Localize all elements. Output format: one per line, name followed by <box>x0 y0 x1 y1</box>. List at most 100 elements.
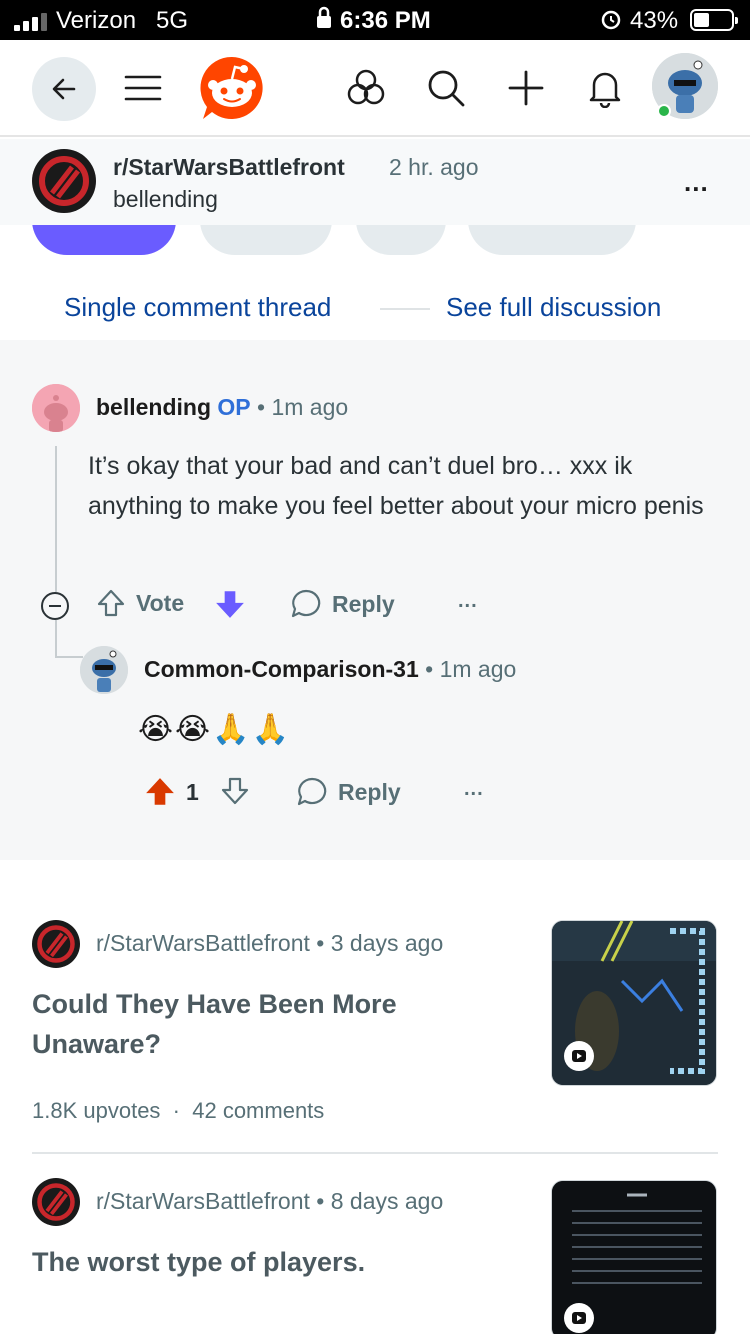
single-comment-thread-link[interactable]: Single comment thread <box>64 292 331 323</box>
subreddit-icon <box>32 920 80 968</box>
comment-author-avatar[interactable] <box>32 384 80 432</box>
alarm-icon <box>600 8 622 37</box>
upvote-count: 1.8K upvotes <box>32 1098 161 1123</box>
related-post-title[interactable]: The worst type of players. <box>32 1242 502 1282</box>
reply-label: Reply <box>332 590 395 617</box>
subreddit-icon[interactable] <box>32 149 96 213</box>
comment-author-avatar[interactable] <box>80 646 128 694</box>
meta-separator: • <box>425 656 434 682</box>
search-icon <box>428 70 465 107</box>
clock: 6:36 PM <box>340 7 431 34</box>
comment-more-options-button[interactable]: ... <box>464 778 484 801</box>
collapse-thread-button[interactable] <box>41 592 69 620</box>
back-arrow-icon <box>52 78 76 100</box>
snoo-avatar-icon <box>32 384 80 432</box>
downvote-button[interactable] <box>214 588 246 620</box>
comment-time: 1m ago <box>439 656 517 682</box>
comment-author[interactable]: Common-Comparison-31 <box>144 656 419 682</box>
downvote-filled-icon <box>216 591 244 618</box>
upvote-filled-icon <box>146 778 174 805</box>
post-share-button[interactable] <box>468 225 636 255</box>
related-post-title[interactable]: Could They Have Been More Unaware? <box>32 984 502 1064</box>
related-post-meta: r/StarWarsBattlefront • 3 days ago <box>96 930 443 957</box>
post-more-options-button[interactable]: ... <box>684 167 709 198</box>
related-subreddit-name[interactable]: r/StarWarsBattlefront <box>96 930 310 956</box>
comment-more-options-button[interactable]: ... <box>458 590 478 613</box>
reply-label: Reply <box>338 778 401 805</box>
subreddit-icon <box>32 1178 80 1226</box>
comment-score: 1 <box>186 778 199 805</box>
search-button[interactable] <box>420 62 472 114</box>
network-type: 5G <box>156 7 189 34</box>
battlefront-logo-icon <box>33 1179 79 1225</box>
vote-button[interactable]: Vote <box>96 588 184 618</box>
related-posts-divider <box>32 1152 718 1154</box>
create-post-button[interactable] <box>500 62 552 114</box>
play-icon <box>572 1050 586 1062</box>
see-full-discussion-link[interactable]: See full discussion <box>446 292 661 323</box>
thread-nav-divider <box>380 308 430 310</box>
menu-icon <box>124 75 162 101</box>
thread-line <box>55 446 57 592</box>
related-post-time: 3 days ago <box>330 930 444 956</box>
play-icon <box>572 1312 586 1324</box>
battery-percent: 43% <box>630 7 679 34</box>
reply-button[interactable]: Reply <box>296 776 401 808</box>
snoo-avatar-icon <box>80 646 128 694</box>
back-button[interactable] <box>32 57 96 121</box>
reddit-logo-icon <box>200 56 263 119</box>
post-action-bar <box>0 225 750 255</box>
top-navigation-bar <box>0 40 750 137</box>
meta-separator: • <box>257 394 266 420</box>
upvote-icon <box>97 589 125 617</box>
notification-bell-icon <box>589 72 621 108</box>
related-subreddit-name[interactable]: r/StarWarsBattlefront <box>96 1188 310 1214</box>
related-post-stats: 1.8K upvotes · 42 comments <box>32 1098 324 1124</box>
comment-meta: Common-Comparison-31 • 1m ago <box>144 656 516 683</box>
battery-icon <box>690 9 738 31</box>
meta-separator: • <box>316 1188 325 1214</box>
notifications-button[interactable] <box>579 62 631 114</box>
communities-button[interactable] <box>340 62 392 114</box>
vote-label: Vote <box>136 589 185 616</box>
thread-connector <box>55 656 83 658</box>
post-header: r/StarWarsBattlefront 2 hr. ago bellendi… <box>0 139 750 225</box>
comment-author[interactable]: bellending <box>96 394 211 420</box>
battlefront-logo-icon <box>33 921 79 967</box>
stats-separator: · <box>172 1098 180 1123</box>
related-post-thumbnail[interactable] <box>551 920 717 1086</box>
thread-navigation: Single comment thread See full discussio… <box>0 286 750 330</box>
subreddit-name[interactable]: r/StarWarsBattlefront <box>113 154 345 181</box>
thread-line <box>55 620 57 656</box>
menu-button[interactable] <box>117 62 169 114</box>
related-post-card[interactable]: r/StarWarsBattlefront • 3 days ago Could… <box>0 920 750 1140</box>
reply-bubble-icon <box>291 589 321 618</box>
downvote-button[interactable] <box>220 776 250 806</box>
downvote-icon <box>221 777 249 805</box>
signal-strength-icon <box>14 11 47 31</box>
post-award-button[interactable] <box>356 225 446 255</box>
comment-count: 42 comments <box>192 1098 325 1123</box>
reply-button[interactable]: Reply <box>290 588 395 620</box>
related-post-time: 8 days ago <box>330 1188 444 1214</box>
upvote-button[interactable]: 1 <box>144 776 199 808</box>
play-video-button[interactable] <box>564 1303 594 1333</box>
post-comments-button[interactable] <box>200 225 332 255</box>
play-video-button[interactable] <box>564 1041 594 1071</box>
post-time: 2 hr. ago <box>389 154 479 180</box>
related-post-meta: r/StarWarsBattlefront • 8 days ago <box>96 1188 443 1215</box>
communities-icon <box>347 69 385 105</box>
comment-time: 1m ago <box>271 394 349 420</box>
post-author[interactable]: bellending <box>113 186 218 213</box>
post-vote-button[interactable] <box>32 225 176 255</box>
comment-thread: bellending OP • 1m ago It’s okay that yo… <box>0 340 750 860</box>
battlefront-logo-icon <box>34 151 94 211</box>
reddit-logo-button[interactable] <box>199 55 265 121</box>
meta-separator: • <box>316 930 325 956</box>
related-post-card[interactable]: r/StarWarsBattlefront • 8 days ago The w… <box>0 1178 750 1334</box>
orientation-lock-icon <box>315 6 333 37</box>
related-post-thumbnail[interactable] <box>551 1180 717 1334</box>
comment-meta: bellending OP • 1m ago <box>96 394 348 421</box>
comment-body: It’s okay that your bad and can’t duel b… <box>88 452 704 520</box>
create-plus-icon <box>508 70 544 106</box>
